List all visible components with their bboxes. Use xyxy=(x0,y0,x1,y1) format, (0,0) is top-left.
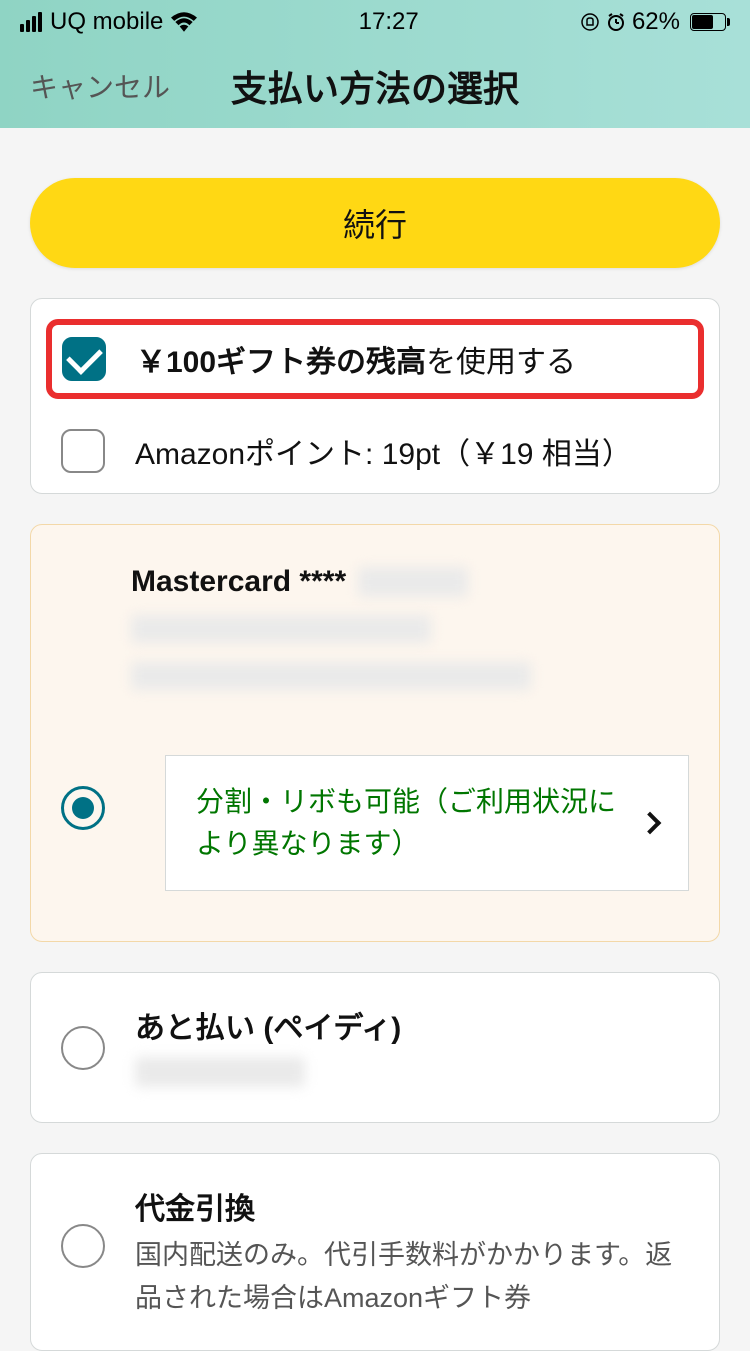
gift-checkbox[interactable] xyxy=(62,337,106,381)
cod-desc: 国内配送のみ。代引手数料がかかります。返品された場合はAmazonギフト券 xyxy=(135,1234,689,1320)
signal-icon xyxy=(20,12,42,32)
battery-percent: 62% xyxy=(632,8,680,36)
installment-option[interactable]: 分割・リボも可能（ご利用状況により異なります） xyxy=(165,755,689,891)
redacted-paidy xyxy=(135,1057,305,1087)
alarm-icon xyxy=(606,12,626,32)
mastercard-radio[interactable] xyxy=(61,786,105,830)
wifi-icon xyxy=(171,12,197,32)
cod-title: 代金引換 xyxy=(135,1184,689,1228)
points-label: Amazonポイント: 19pt（￥19 相当） xyxy=(135,429,632,473)
continue-button[interactable]: 続行 xyxy=(30,178,720,268)
cancel-button[interactable]: キャンセル xyxy=(30,66,170,106)
cod-radio[interactable] xyxy=(61,1224,105,1268)
redacted-card-number xyxy=(358,567,468,597)
status-right: 62% xyxy=(580,8,730,36)
status-bar: UQ mobile 17:27 62% xyxy=(0,0,750,44)
gift-label-bold: ￥100ギフト券の残高 xyxy=(136,346,426,379)
lock-rotation-icon xyxy=(580,12,600,32)
gift-label-rest: を使用する xyxy=(426,346,576,379)
points-checkbox[interactable] xyxy=(61,429,105,473)
page-title: 支払い方法の選択 xyxy=(231,60,519,112)
gift-balance-row[interactable]: ￥100ギフト券の残高を使用する xyxy=(46,319,704,399)
status-time: 17:27 xyxy=(359,8,419,36)
installment-label: 分割・リボも可能（ご利用状況により異なります） xyxy=(196,781,627,865)
paidy-title: あと払い (ペイディ) xyxy=(135,1003,689,1047)
redacted-line-2 xyxy=(131,662,531,690)
redacted-line-1 xyxy=(131,615,431,643)
gift-label: ￥100ギフト券の残高を使用する xyxy=(136,337,576,381)
chevron-right-icon xyxy=(639,812,662,835)
status-left: UQ mobile xyxy=(20,8,197,36)
points-row[interactable]: Amazonポイント: 19pt（￥19 相当） xyxy=(31,409,719,493)
nav-header: キャンセル 支払い方法の選択 xyxy=(0,44,750,128)
mastercard-card[interactable]: Mastercard **** 分割・リボも可能（ご利用状況により異なります） xyxy=(30,524,720,942)
battery-icon xyxy=(686,13,730,31)
carrier-label: UQ mobile xyxy=(50,8,163,36)
balance-card: ￥100ギフト券の残高を使用する Amazonポイント: 19pt（￥19 相当… xyxy=(30,298,720,494)
mastercard-title: Mastercard **** xyxy=(131,565,346,599)
cod-card[interactable]: 代金引換 国内配送のみ。代引手数料がかかります。返品された場合はAmazonギフ… xyxy=(30,1153,720,1351)
paidy-radio[interactable] xyxy=(61,1026,105,1070)
paidy-card[interactable]: あと払い (ペイディ) xyxy=(30,972,720,1123)
content: 続行 ￥100ギフト券の残高を使用する Amazonポイント: 19pt（￥19… xyxy=(0,128,750,1351)
